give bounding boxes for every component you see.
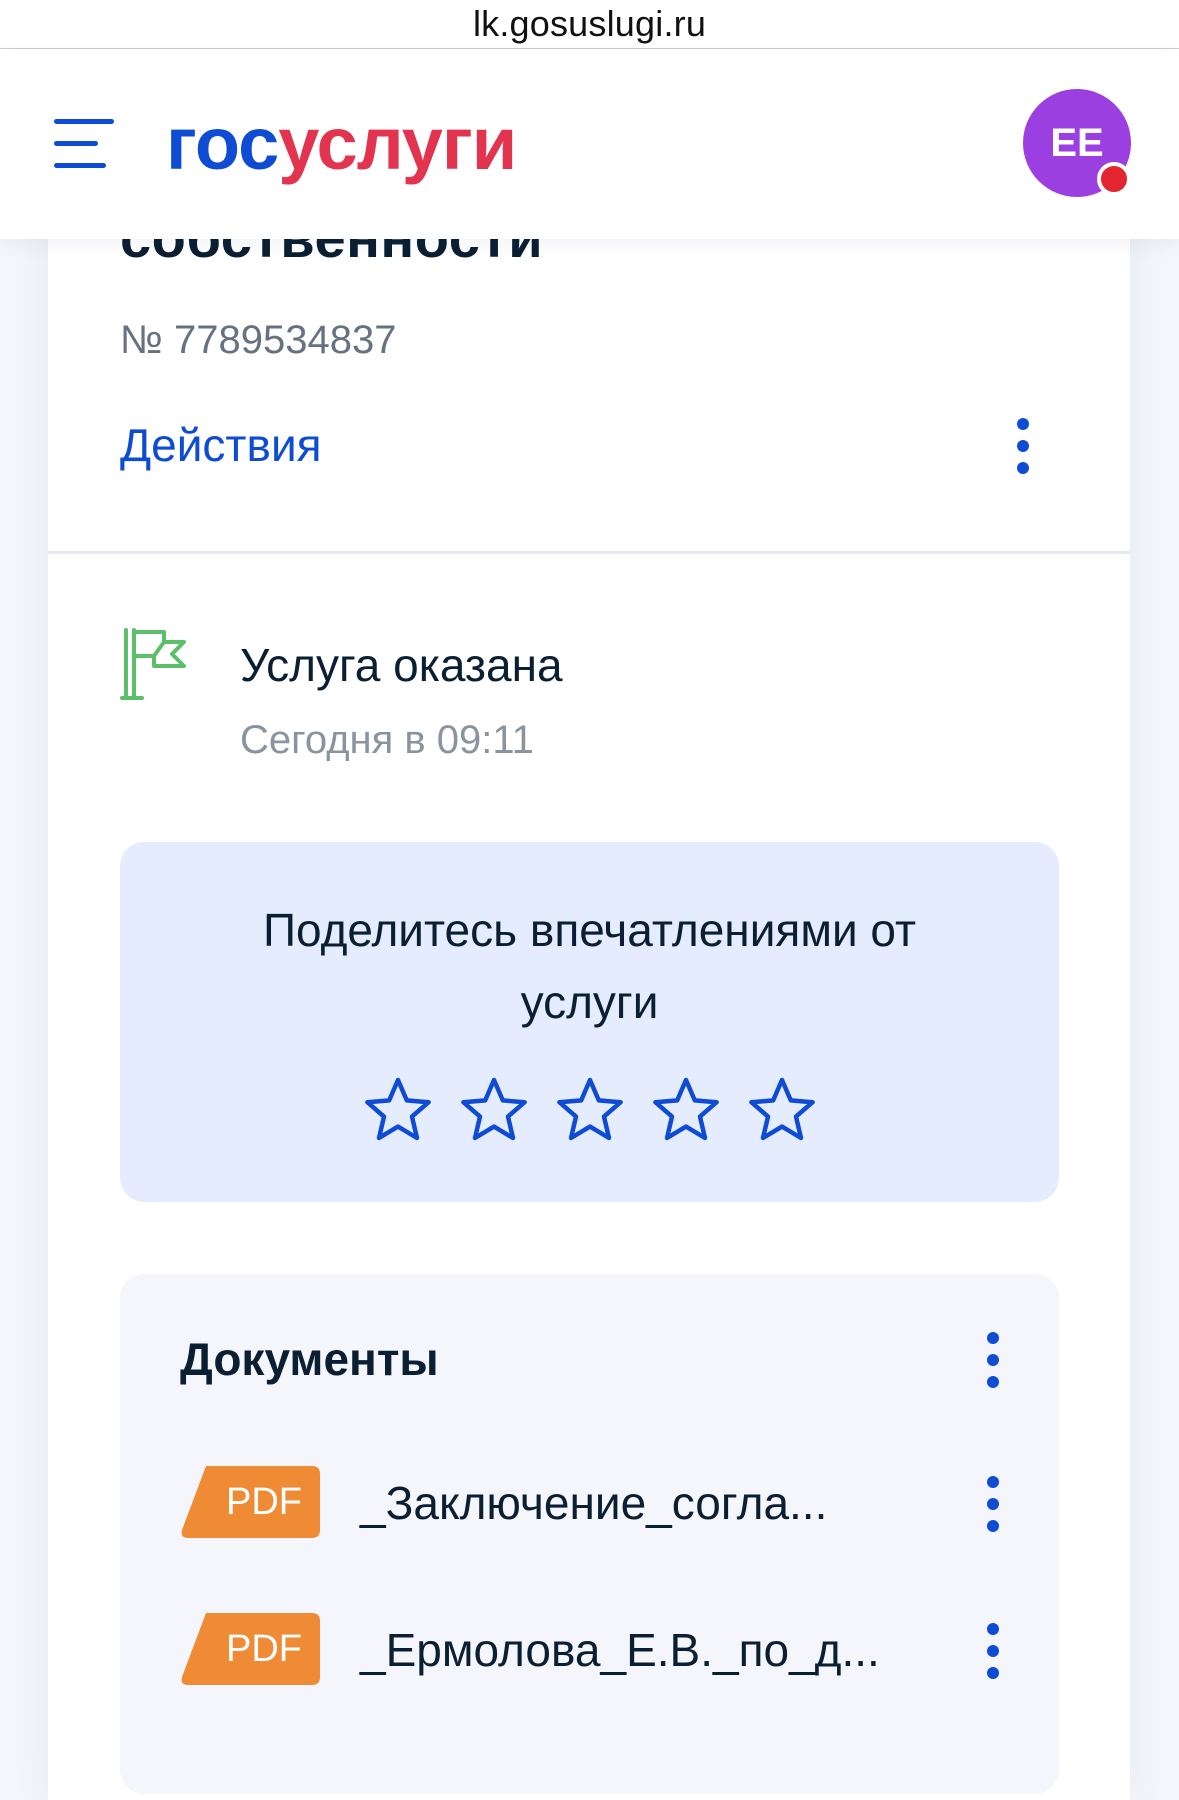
star-4-icon[interactable] [650, 1074, 722, 1146]
document-1-more-icon[interactable] [983, 1476, 1003, 1532]
rating-prompt-line1: Поделитесь впечатлениями от [262, 904, 917, 956]
star-1-icon[interactable] [362, 1074, 434, 1146]
site-header: госуслуги ЕЕ [0, 49, 1179, 239]
gosuslugi-logo[interactable]: госуслуги [166, 101, 517, 186]
star-3-icon[interactable] [554, 1074, 626, 1146]
actions-link[interactable]: Действия [120, 418, 322, 472]
svg-text:PDF: PDF [226, 1628, 302, 1670]
document-2-more-icon[interactable] [983, 1623, 1003, 1679]
menu-icon[interactable] [54, 119, 114, 169]
document-item[interactable]: PDF _Заключение_согла... [180, 1466, 1030, 1546]
url-text: lk.gosuslugi.ru [472, 3, 707, 44]
section-divider [48, 551, 1130, 554]
rating-prompt-line2: услуги [520, 976, 659, 1028]
status-title: Услуга оказана [240, 639, 563, 691]
logo-part1: гос [166, 102, 279, 185]
rating-prompt: Поделитесь впечатлениями от услуги [120, 894, 1059, 1038]
pdf-file-icon: PDF [181, 1613, 320, 1685]
flag-icon [120, 628, 186, 700]
star-rating [120, 1074, 1059, 1146]
document-name: _Заключение_согла... [360, 1477, 828, 1529]
logo-part2: услуги [278, 102, 517, 185]
notification-dot [1097, 162, 1131, 196]
star-2-icon[interactable] [458, 1074, 530, 1146]
svg-text:PDF: PDF [226, 1481, 302, 1523]
pdf-file-icon: PDF [181, 1466, 320, 1538]
documents-title: Документы [180, 1333, 439, 1385]
document-item[interactable]: PDF _Ермолова_Е.В._по_д... [180, 1613, 1030, 1693]
star-5-icon[interactable] [746, 1074, 818, 1146]
status-time: Сегодня в 09:11 [240, 718, 534, 762]
order-more-icon[interactable] [1013, 418, 1033, 474]
rating-panel: Поделитесь впечатлениями от услуги [120, 842, 1059, 1202]
document-name: _Ермолова_Е.В._по_д... [360, 1624, 880, 1676]
address-bar[interactable]: lk.gosuslugi.ru [0, 0, 1179, 49]
documents-more-icon[interactable] [983, 1332, 1003, 1388]
avatar-initials: ЕЕ [1050, 120, 1104, 165]
order-number: № 7789534837 [120, 318, 397, 362]
